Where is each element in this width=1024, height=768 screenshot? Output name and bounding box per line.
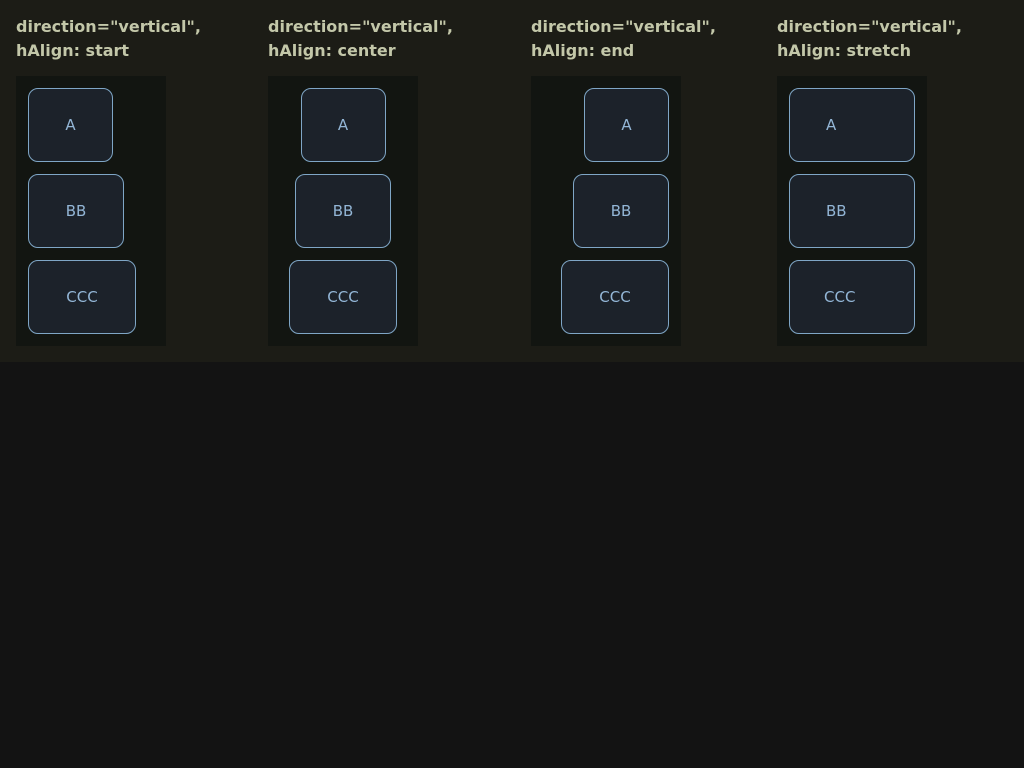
title-line-halign: hAlign: stretch: [777, 41, 911, 60]
stack-container: A BB CCC: [16, 76, 166, 346]
column-title: direction="vertical", hAlign: center: [268, 15, 508, 63]
item-box-a[interactable]: A: [28, 88, 113, 162]
item-box-ccc[interactable]: CCC: [789, 260, 915, 334]
title-line-halign: hAlign: end: [531, 41, 635, 60]
title-line-halign: hAlign: center: [268, 41, 396, 60]
item-box-bb[interactable]: BB: [573, 174, 669, 248]
item-box-ccc[interactable]: CCC: [289, 260, 397, 334]
title-line-direction: direction="vertical",: [777, 17, 962, 36]
item-box-ccc[interactable]: CCC: [28, 260, 136, 334]
item-box-bb[interactable]: BB: [789, 174, 915, 248]
stack-container: A BB CCC: [777, 76, 927, 346]
item-box-bb[interactable]: BB: [28, 174, 124, 248]
title-line-direction: direction="vertical",: [16, 17, 201, 36]
column-title: direction="vertical", hAlign: start: [16, 15, 256, 63]
title-line-direction: direction="vertical",: [268, 17, 453, 36]
item-box-ccc[interactable]: CCC: [561, 260, 669, 334]
item-box-a[interactable]: A: [300, 88, 386, 162]
stack-container: A BB CCC: [268, 76, 418, 346]
column-title: direction="vertical", hAlign: end: [531, 15, 771, 63]
item-box-bb[interactable]: BB: [295, 174, 391, 248]
title-line-halign: hAlign: start: [16, 41, 130, 60]
stack-container: A BB CCC: [531, 76, 681, 346]
item-box-a[interactable]: A: [584, 88, 669, 162]
demo-band: direction="vertical", hAlign: start A BB…: [0, 0, 1024, 362]
title-line-direction: direction="vertical",: [531, 17, 716, 36]
item-box-a[interactable]: A: [789, 88, 915, 162]
column-title: direction="vertical", hAlign: stretch: [777, 15, 1017, 63]
